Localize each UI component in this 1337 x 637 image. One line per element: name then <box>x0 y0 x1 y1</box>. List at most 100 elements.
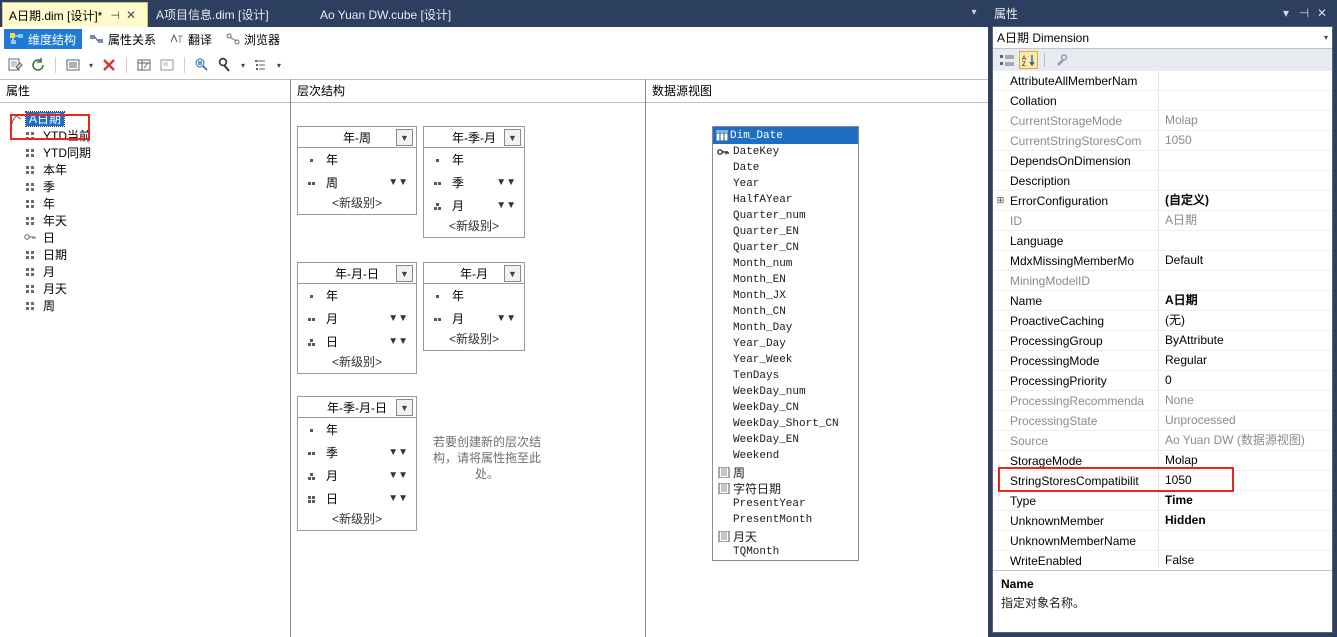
property-row[interactable]: Name A日期 <box>993 291 1332 311</box>
dsv-column[interactable]: Quarter_CN <box>713 240 858 256</box>
new-level-placeholder[interactable]: <新级别> <box>298 510 416 530</box>
property-value[interactable]: False <box>1158 551 1332 569</box>
property-value[interactable] <box>1158 91 1332 110</box>
close-icon[interactable]: ✕ <box>1313 6 1331 20</box>
property-value[interactable] <box>1158 71 1332 90</box>
hierarchy-level[interactable]: 年 <box>298 284 416 307</box>
property-value[interactable]: Hidden <box>1158 511 1332 530</box>
document-tab-2[interactable]: Ao Yuan DW.cube [设计] <box>314 2 504 27</box>
properties-object-combo[interactable]: A日期 Dimension ▾ <box>993 27 1332 49</box>
property-value[interactable]: 1050 <box>1158 131 1332 150</box>
property-row[interactable]: ProcessingMode Regular <box>993 351 1332 371</box>
property-row[interactable]: MiningModelID <box>993 271 1332 291</box>
hierarchy-level[interactable]: 周 ▼▼ <box>298 171 416 194</box>
dsv-column[interactable]: 字符日期 <box>713 480 858 496</box>
dsv-column[interactable]: Year <box>713 176 858 192</box>
attribute-tree-item[interactable]: 月 <box>6 263 290 280</box>
property-value[interactable] <box>1158 531 1332 550</box>
dsv-column[interactable]: Month_JX <box>713 288 858 304</box>
chevron-double-down-icon[interactable]: ▼▼ <box>388 336 408 347</box>
property-value[interactable] <box>1158 271 1332 290</box>
tab-browser[interactable]: 浏览器 <box>220 29 286 49</box>
chevron-double-down-icon[interactable]: ▼▼ <box>388 470 408 481</box>
find-icon[interactable] <box>215 55 235 75</box>
property-row[interactable]: UnknownMemberName <box>993 531 1332 551</box>
property-value[interactable]: (无) <box>1158 311 1332 330</box>
hierarchy-card[interactable]: 年-周 ▼ 年周 ▼▼ <新级别> <box>297 126 417 215</box>
outline-dropdown-arrow[interactable]: ▾ <box>274 61 284 70</box>
hierarchy-level[interactable]: 月 ▼▼ <box>298 464 416 487</box>
attribute-tree-item[interactable]: YTD同期 <box>6 144 290 161</box>
hierarchy-level[interactable]: 年 <box>298 418 416 441</box>
property-row[interactable]: Description <box>993 171 1332 191</box>
dsv-column[interactable]: TenDays <box>713 368 858 384</box>
property-row[interactable]: UnknownMember Hidden <box>993 511 1332 531</box>
property-value[interactable]: Molap <box>1158 451 1332 470</box>
property-row[interactable]: Source Ao Yuan DW (数据源视图) <box>993 431 1332 451</box>
expand-icon[interactable]: ▼ <box>504 265 521 282</box>
attribute-tree-item[interactable]: 本年 <box>6 161 290 178</box>
hierarchy-card[interactable]: 年-季-月-日 ▼ 年季 ▼▼ 月 ▼▼ 日 ▼▼ <新级别> <box>297 396 417 531</box>
property-row[interactable]: CurrentStringStoresCom 1050 <box>993 131 1332 151</box>
dsv-table-Dim_Date[interactable]: Dim_Date DateKey Date Year HalfAYear Quarter… <box>712 126 859 561</box>
hierarchy-level[interactable]: 月 ▼▼ <box>424 307 524 330</box>
property-row[interactable]: DependsOnDimension <box>993 151 1332 171</box>
property-value[interactable]: Molap <box>1158 111 1332 130</box>
dsv-column[interactable]: PresentYear <box>713 496 858 512</box>
expand-icon[interactable]: ▼ <box>396 129 413 146</box>
attribute-tree-item[interactable]: 日期 <box>6 246 290 263</box>
dsv-column[interactable]: Month_num <box>713 256 858 272</box>
expand-icon[interactable]: ▼ <box>504 129 521 146</box>
chevron-down-icon[interactable]: ▾ <box>1324 33 1328 42</box>
property-row[interactable]: Language <box>993 231 1332 251</box>
chevron-double-down-icon[interactable]: ▼▼ <box>388 177 408 188</box>
dsv-column[interactable]: Weekend <box>713 448 858 464</box>
delete-icon[interactable] <box>99 55 119 75</box>
attribute-tree-item[interactable]: 日 <box>6 229 290 246</box>
property-row[interactable]: Type Time <box>993 491 1332 511</box>
dsv-column[interactable]: WeekDay_CN <box>713 400 858 416</box>
dsv-column[interactable]: TQMonth <box>713 544 858 560</box>
new-level-placeholder[interactable]: <新级别> <box>424 330 524 350</box>
list-view-dropdown-arrow[interactable]: ▾ <box>86 61 96 70</box>
dsv-column[interactable]: Year_Week <box>713 352 858 368</box>
dsv-column[interactable]: Month_Day <box>713 320 858 336</box>
hierarchy-level[interactable]: 月 ▼▼ <box>424 194 524 217</box>
property-value[interactable]: Ao Yuan DW (数据源视图) <box>1158 431 1332 450</box>
show-properties-icon[interactable] <box>157 55 177 75</box>
chevron-double-down-icon[interactable]: ▼▼ <box>388 493 408 504</box>
pin-icon[interactable]: ⊣ <box>110 9 120 22</box>
dropdown-icon[interactable]: ▾ <box>1277 6 1295 20</box>
property-value[interactable]: Default <box>1158 251 1332 270</box>
property-grid[interactable]: AttributeAllMemberNam Collation CurrentSto… <box>993 71 1332 569</box>
pin-icon[interactable]: ⊣ <box>1295 6 1313 20</box>
chevron-double-down-icon[interactable]: ▼▼ <box>496 313 516 324</box>
property-value[interactable] <box>1158 171 1332 190</box>
tab-dimension-structure[interactable]: 维度结构 <box>4 29 83 49</box>
categorized-button[interactable] <box>997 51 1016 69</box>
dsv-column[interactable]: 月天 <box>713 528 858 544</box>
dsv-column[interactable]: WeekDay_Short_CN <box>713 416 858 432</box>
chevron-double-down-icon[interactable]: ▼▼ <box>388 447 408 458</box>
hierarchy-card[interactable]: 年-季-月 ▼ 年季 ▼▼ 月 ▼▼ <新级别> <box>423 126 525 238</box>
hierarchy-card-header[interactable]: 年-季-月-日 ▼ <box>298 397 416 418</box>
property-row[interactable]: AttributeAllMemberNam <box>993 71 1332 91</box>
dsv-column[interactable]: Month_CN <box>713 304 858 320</box>
property-row[interactable]: MdxMissingMemberMo Default <box>993 251 1332 271</box>
tab-translations[interactable]: 翻译 <box>164 29 218 49</box>
property-value[interactable]: 1050 <box>1158 471 1332 490</box>
outline-icon[interactable] <box>251 55 271 75</box>
new-level-placeholder[interactable]: <新级别> <box>298 194 416 214</box>
hierarchy-level[interactable]: 月 ▼▼ <box>298 307 416 330</box>
dsv-column[interactable]: Year_Day <box>713 336 858 352</box>
new-level-placeholder[interactable]: <新级别> <box>298 353 416 373</box>
attribute-tree-item[interactable]: 月天 <box>6 280 290 297</box>
property-value[interactable]: Unprocessed <box>1158 411 1332 430</box>
property-row[interactable]: WriteEnabled False <box>993 551 1332 569</box>
property-value[interactable]: (自定义) <box>1158 191 1332 210</box>
property-value[interactable]: None <box>1158 391 1332 410</box>
dsv-column[interactable]: WeekDay_num <box>713 384 858 400</box>
property-row[interactable]: ProcessingPriority 0 <box>993 371 1332 391</box>
property-value[interactable]: A日期 <box>1158 211 1332 230</box>
property-value[interactable] <box>1158 151 1332 170</box>
